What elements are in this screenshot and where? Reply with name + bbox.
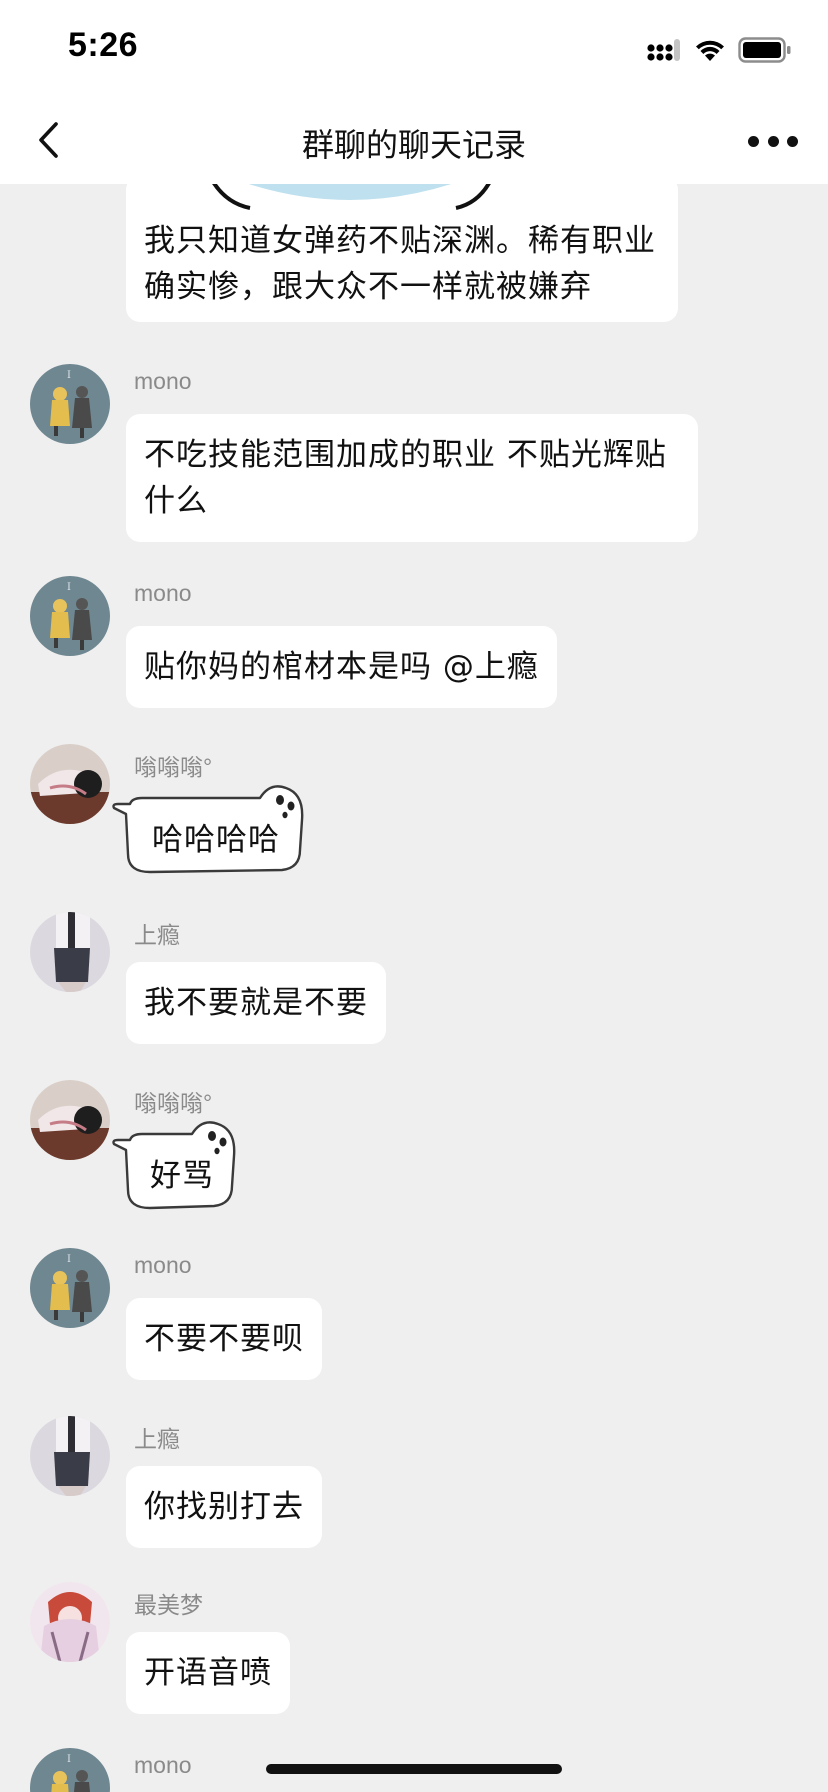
chat-history[interactable]: 我只知道女弹药不贴深渊。稀有职业确实惨，跟大众不一样就被嫌弃 I mono 不吃…: [0, 184, 828, 1792]
more-dots-icon: [748, 135, 759, 147]
message-bubble[interactable]: 我不要就是不要: [126, 962, 386, 1044]
avatar-shangyin[interactable]: [30, 1416, 110, 1496]
sender-name: 嗡嗡嗡°: [134, 754, 213, 780]
svg-text:I: I: [67, 1254, 71, 1265]
sender-name: 嗡嗡嗡°: [134, 1090, 213, 1116]
message-bubble[interactable]: 开语音喷: [126, 1632, 290, 1714]
status-icons: [646, 36, 792, 64]
sender-name: mono: [134, 368, 192, 394]
sender-name: 上瘾: [134, 922, 180, 948]
svg-text:I: I: [67, 1754, 71, 1765]
message-text: 好骂: [150, 1158, 214, 1194]
svg-text:I: I: [67, 370, 71, 381]
wifi-icon: [696, 40, 724, 61]
message-bubble[interactable]: 贴你妈的棺材本是吗 @上瘾: [126, 626, 557, 708]
svg-text:I: I: [67, 582, 71, 593]
page-title: 群聊的聊天记录: [301, 126, 526, 164]
status-time: 5:26: [68, 26, 139, 64]
sender-name: 上瘾: [134, 1426, 180, 1452]
sender-name: mono: [134, 580, 192, 606]
message-text: 不要不要呗: [144, 1321, 304, 1357]
message-bubble[interactable]: 哈哈哈哈: [110, 784, 324, 882]
message-bubble[interactable]: 不吃技能范围加成的职业 不贴光辉贴什么: [126, 414, 698, 542]
avatar-zuimeimeng[interactable]: [30, 1582, 110, 1662]
avatar-mono[interactable]: I: [30, 1248, 110, 1328]
more-button[interactable]: [748, 132, 798, 150]
message-text: 不吃技能范围加成的职业 不贴光辉贴什么: [144, 437, 667, 519]
avatar-wengwengweng[interactable]: [30, 744, 110, 824]
status-bar: 5:26: [0, 0, 828, 96]
sender-name: mono: [134, 1752, 192, 1778]
avatar-mono[interactable]: I: [30, 1748, 110, 1792]
message-text: 我不要就是不要: [144, 985, 368, 1021]
avatar-wengwengweng[interactable]: [30, 1080, 110, 1160]
sender-name: mono: [134, 1252, 192, 1278]
sticker-fragment: [212, 184, 491, 210]
home-indicator: [266, 1764, 562, 1774]
message-text: 我只知道女弹药不贴深渊。稀有职业确实惨，跟大众不一样就被嫌弃: [144, 223, 656, 305]
message-bubble[interactable]: 好骂: [110, 1120, 254, 1218]
message-text: 你找别打去: [144, 1489, 304, 1525]
avatar-mono[interactable]: I: [30, 576, 110, 656]
avatar-mono[interactable]: I: [30, 364, 110, 444]
message-text: 开语音喷: [144, 1655, 272, 1691]
message-text: 哈哈哈哈: [152, 822, 280, 858]
message-text: 贴你妈的棺材本是吗 @上瘾: [144, 649, 539, 685]
signal-icon: [647, 39, 680, 61]
battery-icon: [738, 37, 791, 63]
message-bubble[interactable]: 不要不要呗: [126, 1298, 322, 1380]
avatar-shangyin[interactable]: [30, 912, 110, 992]
message-bubble[interactable]: 你找别打去: [126, 1466, 322, 1548]
image-thumbnail[interactable]: [140, 184, 570, 216]
sender-name: 最美梦: [134, 1592, 203, 1618]
nav-bar: 群聊的聊天记录: [0, 96, 828, 184]
